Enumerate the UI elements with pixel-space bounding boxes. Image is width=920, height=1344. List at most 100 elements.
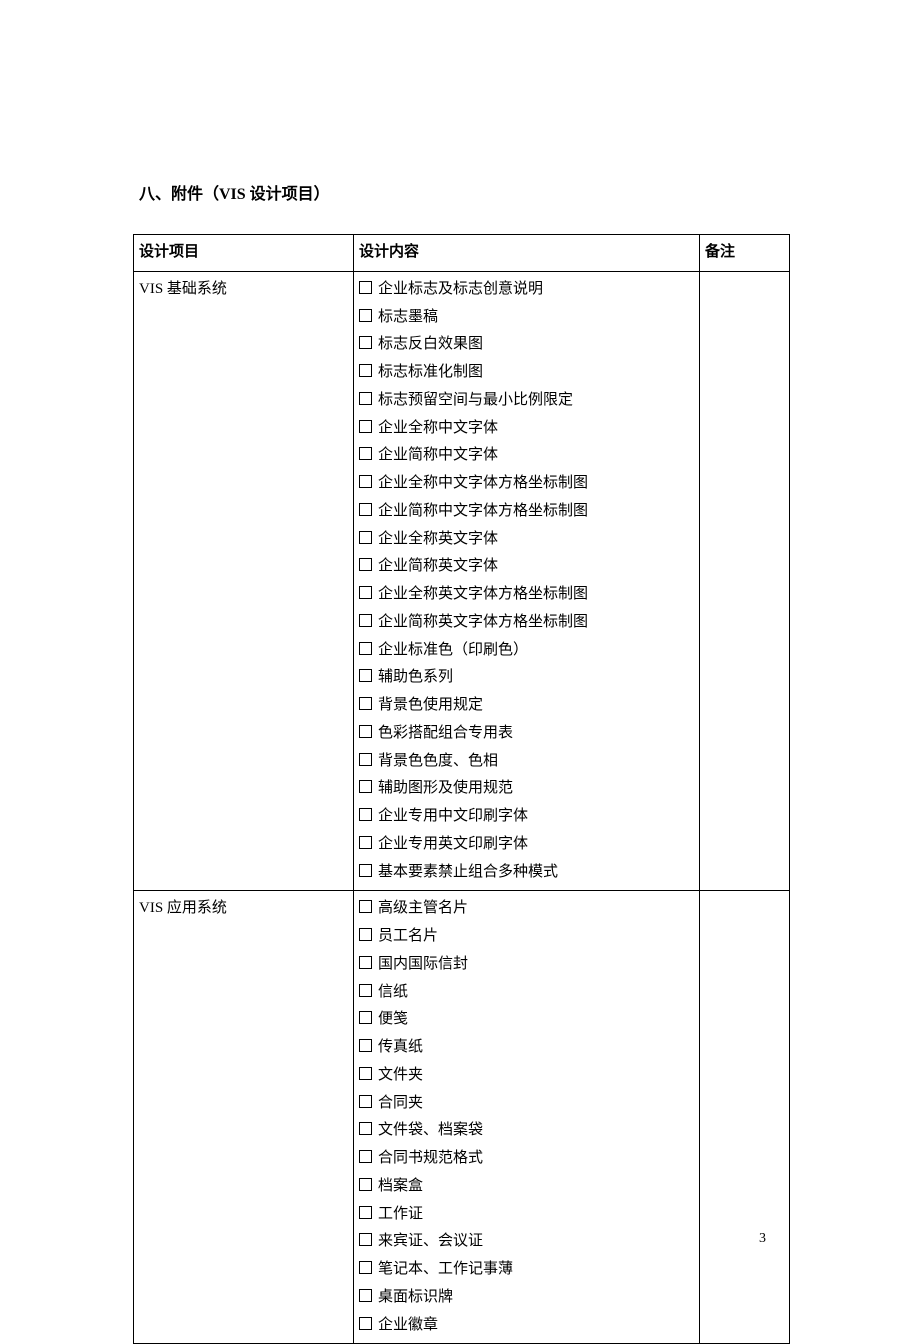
checkbox-icon: [359, 1011, 372, 1024]
checkbox-icon: [359, 614, 372, 627]
content-item: 企业专用中文印刷字体: [359, 803, 694, 831]
content-item: 桌面标识牌: [359, 1284, 694, 1312]
checkbox-icon: [359, 1039, 372, 1052]
checkbox-icon: [359, 928, 372, 941]
checkbox-icon: [359, 1095, 372, 1108]
content-item-label: 便笺: [378, 1011, 408, 1027]
content-item-label: 企业专用中文印刷字体: [378, 808, 528, 824]
content-item: 合同书规范格式: [359, 1145, 694, 1173]
content-item-label: 辅助图形及使用规范: [378, 780, 513, 796]
content-item: 企业简称英文字体方格坐标制图: [359, 609, 694, 637]
checkbox-icon: [359, 309, 372, 322]
content-item: 文件袋、档案袋: [359, 1117, 694, 1145]
content-item: 背景色色度、色相: [359, 748, 694, 776]
content-item-label: 企业简称中文字体方格坐标制图: [378, 503, 588, 519]
checkbox-icon: [359, 364, 372, 377]
content-item-label: 企业专用英文印刷字体: [378, 836, 528, 852]
content-item-label: 企业标准色（印刷色）: [378, 642, 528, 658]
content-item-label: 桌面标识牌: [378, 1289, 453, 1305]
content-item-label: 辅助色系列: [378, 669, 453, 685]
content-item: 企业专用英文印刷字体: [359, 831, 694, 859]
content-item-label: 高级主管名片: [378, 900, 468, 916]
content-item-label: 合同书规范格式: [378, 1150, 483, 1166]
content-item: 标志标准化制图: [359, 359, 694, 387]
checkbox-icon: [359, 1261, 372, 1274]
checkbox-icon: [359, 1233, 372, 1246]
content-item-label: 标志墨稿: [378, 309, 438, 325]
cell-content: 高级主管名片员工名片国内国际信封信纸便笺传真纸文件夹合同夹文件袋、档案袋合同书规…: [354, 891, 700, 1344]
content-item-label: 工作证: [378, 1206, 423, 1222]
content-item: 传真纸: [359, 1034, 694, 1062]
checkbox-icon: [359, 475, 372, 488]
content-item-label: 企业简称英文字体: [378, 558, 498, 574]
checkbox-icon: [359, 336, 372, 349]
header-remark: 备注: [700, 235, 790, 272]
content-item-label: 背景色使用规定: [378, 697, 483, 713]
content-item: 高级主管名片: [359, 895, 694, 923]
content-item-label: 信纸: [378, 984, 408, 1000]
content-item-label: 文件夹: [378, 1067, 423, 1083]
content-item-label: 企业全称英文字体方格坐标制图: [378, 586, 588, 602]
checkbox-icon: [359, 586, 372, 599]
content-item: 企业全称中文字体: [359, 415, 694, 443]
content-item: 企业标准色（印刷色）: [359, 637, 694, 665]
checkbox-icon: [359, 697, 372, 710]
content-item-label: 基本要素禁止组合多种模式: [378, 864, 558, 880]
content-item: 档案盒: [359, 1173, 694, 1201]
content-item-label: 企业全称英文字体: [378, 531, 498, 547]
content-item-label: 企业徽章: [378, 1317, 438, 1333]
content-item-label: 员工名片: [378, 928, 438, 944]
content-item-label: 背景色色度、色相: [378, 753, 498, 769]
content-item-label: 笔记本、工作记事薄: [378, 1261, 513, 1277]
cell-remark: [700, 271, 790, 891]
checkbox-icon: [359, 836, 372, 849]
cell-project: VIS 应用系统: [134, 891, 354, 1344]
content-item: 企业简称中文字体: [359, 442, 694, 470]
content-item: 信纸: [359, 979, 694, 1007]
cell-content: 企业标志及标志创意说明标志墨稿标志反白效果图标志标准化制图标志预留空间与最小比例…: [354, 271, 700, 891]
content-item: 企业简称英文字体: [359, 553, 694, 581]
content-item: 辅助图形及使用规范: [359, 775, 694, 803]
content-item-label: 传真纸: [378, 1039, 423, 1055]
content-item: 企业简称中文字体方格坐标制图: [359, 498, 694, 526]
content-item-label: 来宾证、会议证: [378, 1233, 483, 1249]
checkbox-icon: [359, 864, 372, 877]
content-item: 便笺: [359, 1006, 694, 1034]
table-row: VIS 基础系统企业标志及标志创意说明标志墨稿标志反白效果图标志标准化制图标志预…: [134, 271, 790, 891]
cell-project: VIS 基础系统: [134, 271, 354, 891]
checkbox-icon: [359, 1178, 372, 1191]
content-item-label: 标志反白效果图: [378, 336, 483, 352]
checkbox-icon: [359, 780, 372, 793]
section-heading: 八、附件（VIS 设计项目）: [139, 180, 790, 204]
table-header-row: 设计项目 设计内容 备注: [134, 235, 790, 272]
content-item-label: 企业简称英文字体方格坐标制图: [378, 614, 588, 630]
table-row: VIS 应用系统高级主管名片员工名片国内国际信封信纸便笺传真纸文件夹合同夹文件袋…: [134, 891, 790, 1344]
checkbox-icon: [359, 1067, 372, 1080]
content-item: 来宾证、会议证: [359, 1228, 694, 1256]
checkbox-icon: [359, 392, 372, 405]
vis-table: 设计项目 设计内容 备注 VIS 基础系统企业标志及标志创意说明标志墨稿标志反白…: [133, 234, 790, 1344]
content-item: 标志墨稿: [359, 304, 694, 332]
checkbox-icon: [359, 669, 372, 682]
page-number: 3: [759, 1231, 766, 1247]
content-item-label: 企业简称中文字体: [378, 447, 498, 463]
checkbox-icon: [359, 1122, 372, 1135]
checkbox-icon: [359, 531, 372, 544]
checkbox-icon: [359, 984, 372, 997]
content-item: 标志预留空间与最小比例限定: [359, 387, 694, 415]
header-content: 设计内容: [354, 235, 700, 272]
content-item-label: 标志标准化制图: [378, 364, 483, 380]
content-item: 合同夹: [359, 1090, 694, 1118]
checkbox-icon: [359, 447, 372, 460]
checkbox-icon: [359, 558, 372, 571]
content-item-label: 色彩搭配组合专用表: [378, 725, 513, 741]
cell-remark: [700, 891, 790, 1344]
content-item-label: 档案盒: [378, 1178, 423, 1194]
content-item: 企业标志及标志创意说明: [359, 276, 694, 304]
content-item: 企业全称英文字体方格坐标制图: [359, 581, 694, 609]
content-item-label: 标志预留空间与最小比例限定: [378, 392, 573, 408]
checkbox-icon: [359, 420, 372, 433]
content-item: 企业全称中文字体方格坐标制图: [359, 470, 694, 498]
content-item: 工作证: [359, 1201, 694, 1229]
content-item: 标志反白效果图: [359, 331, 694, 359]
